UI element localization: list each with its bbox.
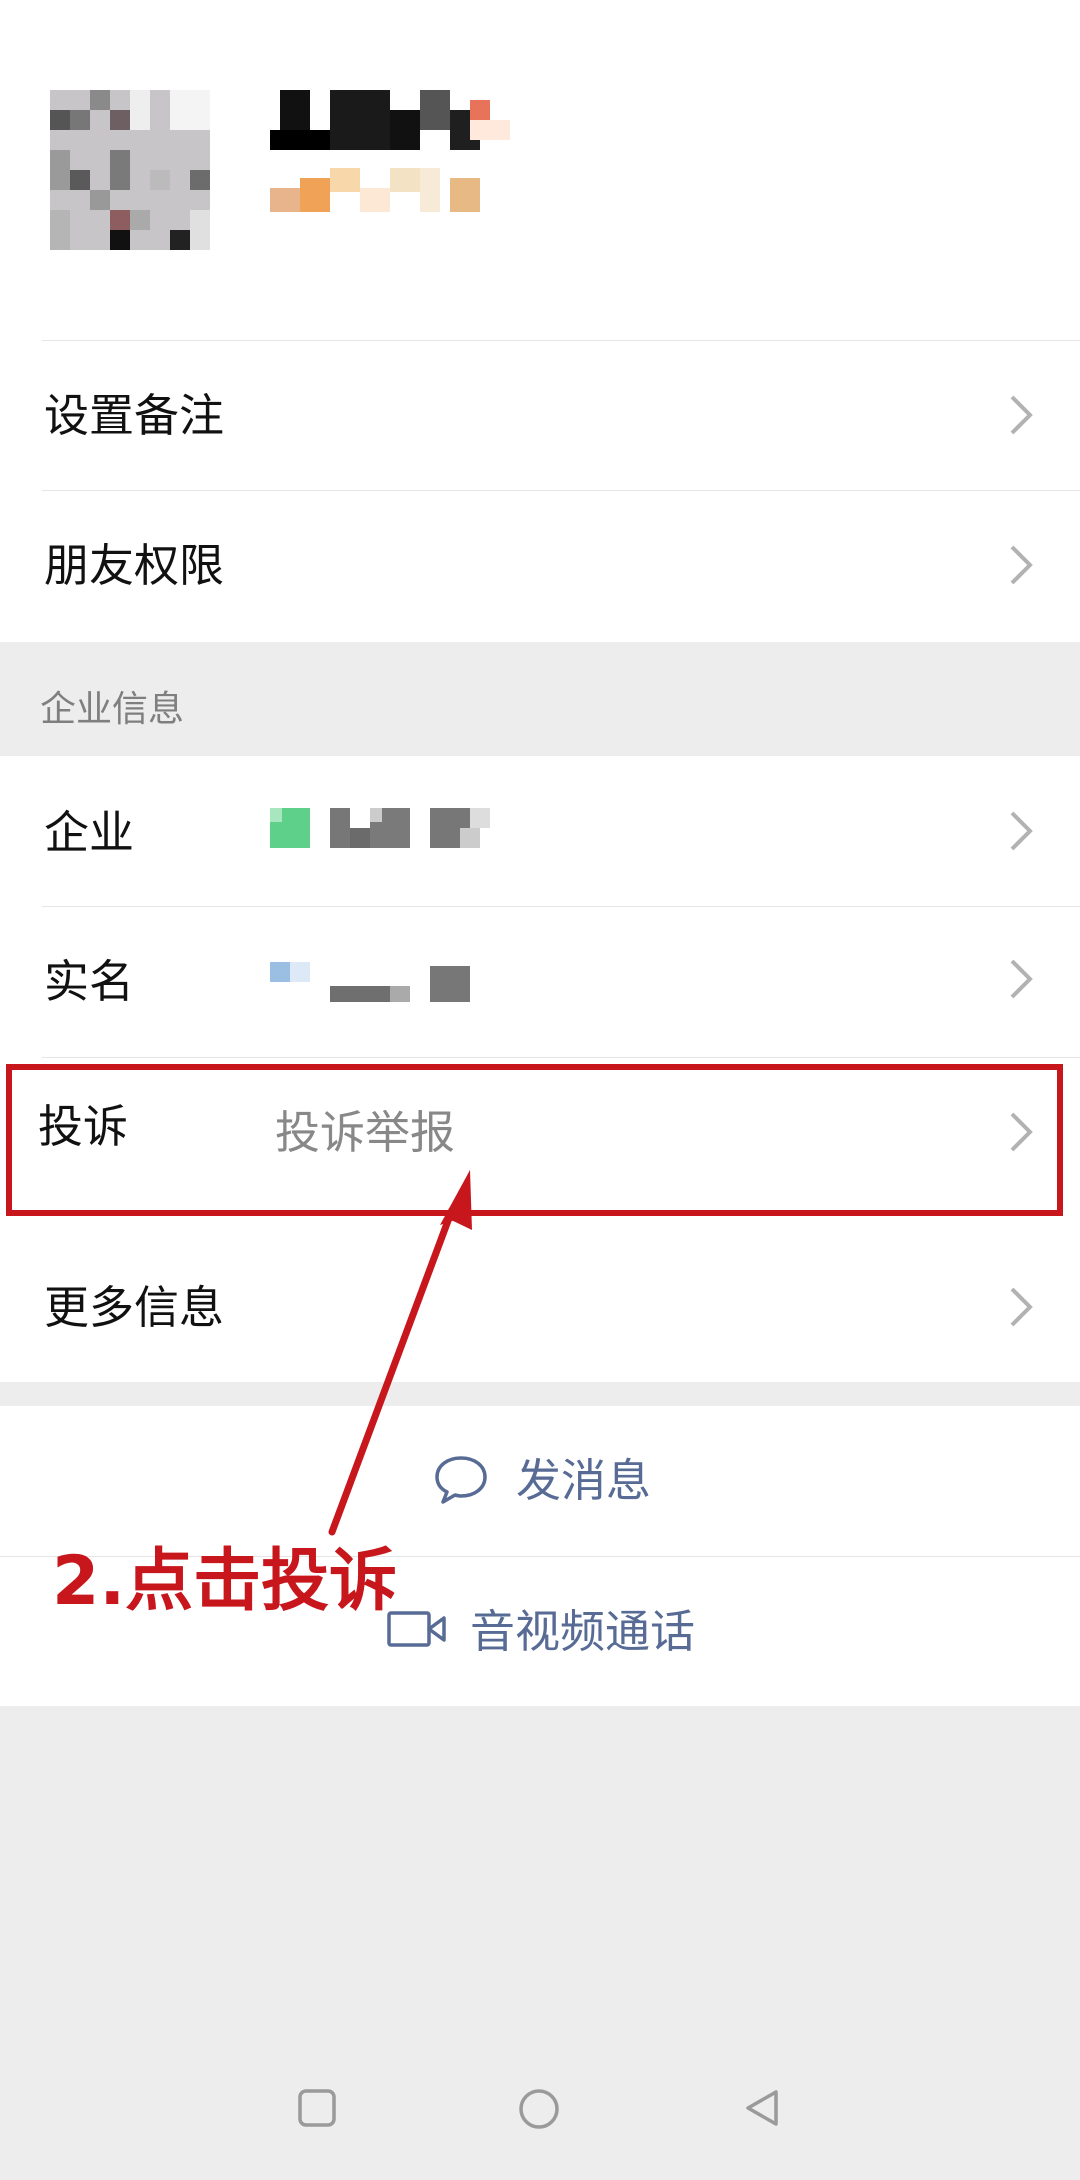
triangle-back-icon[interactable] xyxy=(742,2088,782,2128)
navigation-bar xyxy=(0,2060,1080,2160)
annotation-arrow xyxy=(328,1170,472,1536)
annotation-text: 2.点击投诉 xyxy=(52,1542,398,1621)
square-nav-icon[interactable] xyxy=(297,2088,337,2128)
circle-nav-icon[interactable] xyxy=(518,2088,560,2130)
